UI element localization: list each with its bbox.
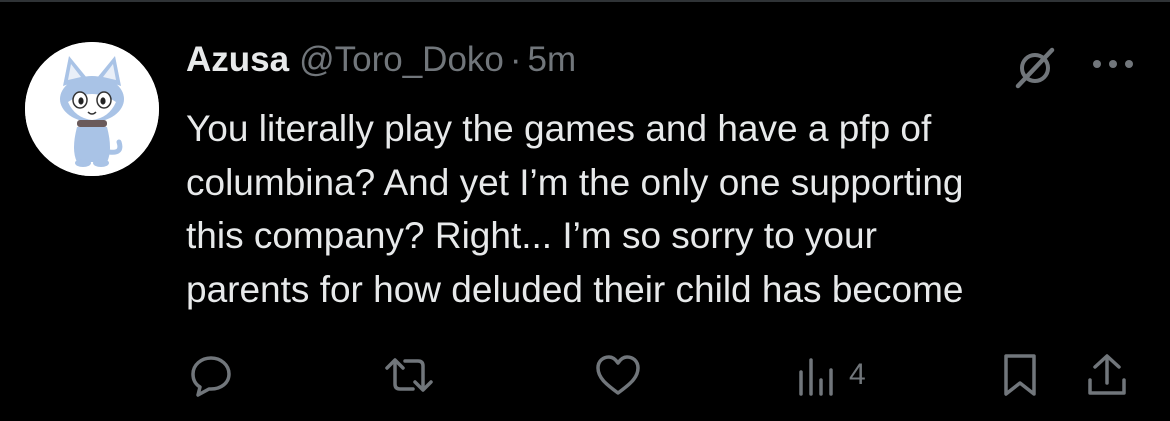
tweet-header: Azusa @Toro_Doko · 5m xyxy=(186,40,576,90)
reply-icon xyxy=(191,356,231,397)
author-handle[interactable]: @Toro_Doko xyxy=(299,40,504,80)
share-button[interactable] xyxy=(1085,352,1129,398)
bookmark-icon xyxy=(1004,354,1036,396)
avatar[interactable] xyxy=(25,42,159,176)
views-button[interactable]: 4 xyxy=(797,352,866,398)
cat-character-avatar-icon xyxy=(25,42,159,176)
grok-icon[interactable] xyxy=(1012,44,1058,90)
more-icon[interactable] xyxy=(1088,52,1138,76)
heart-icon xyxy=(596,355,640,395)
header-separator: · xyxy=(509,40,522,79)
like-button[interactable] xyxy=(593,352,643,398)
tweet-timestamp[interactable]: 5m xyxy=(528,40,577,80)
reply-button[interactable] xyxy=(188,352,234,398)
author-display-name[interactable]: Azusa xyxy=(186,40,289,80)
retweet-button[interactable] xyxy=(383,352,435,398)
top-divider xyxy=(0,0,1170,2)
retweet-icon xyxy=(385,358,433,392)
tweet-text: You literally play the games and have a … xyxy=(186,108,964,310)
views-count: 4 xyxy=(849,358,866,391)
share-icon xyxy=(1088,354,1126,395)
views-icon xyxy=(799,358,833,396)
bookmark-button[interactable] xyxy=(1000,352,1040,398)
